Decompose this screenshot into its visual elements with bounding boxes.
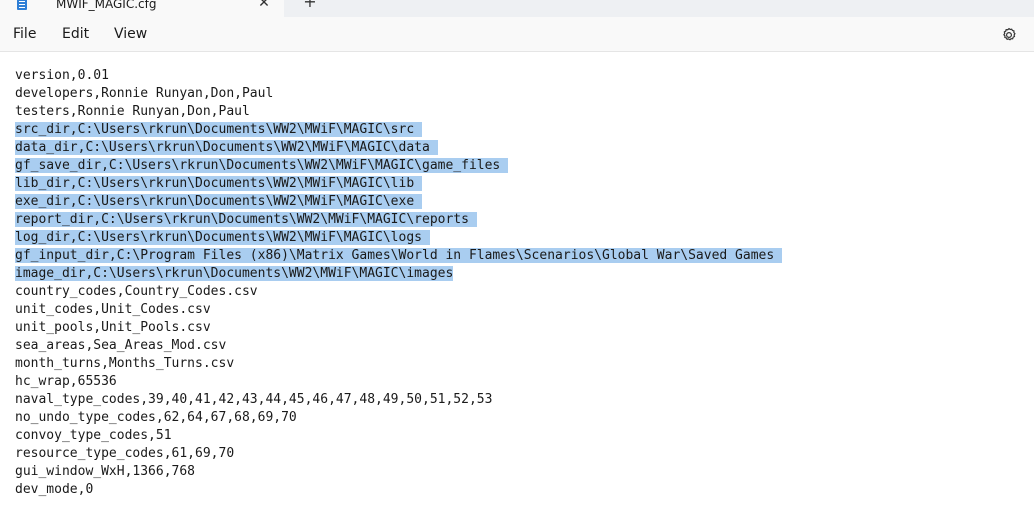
text-line: resource_type_codes,61,69,70: [15, 445, 782, 463]
line-text: log_dir,C:\Users\rkrun\Documents\WW2\MWi…: [15, 230, 430, 245]
editor-text: version,0.01 developers,Ronnie Runyan,Don…: [15, 67, 783, 499]
text-line: data_dir,C:\Users\rkrun\Documents\WW2\MW…: [15, 139, 782, 157]
line-text: country_codes,Country_Codes.csv: [15, 284, 258, 299]
text-line: src_dir,C:\Users\rkrun\Documents\WW2\MWi…: [15, 121, 782, 139]
text-line: testers,Ronnie Runyan,Don,Paul: [15, 103, 782, 121]
text-line: convoy_type_codes,51: [15, 427, 782, 445]
text-line: gui_window_WxH,1366,768: [15, 463, 782, 481]
text-line: dev_mode,0: [15, 481, 782, 499]
line-text: resource_type_codes,61,69,70: [15, 446, 235, 461]
text-line: exe_dir,C:\Users\rkrun\Documents\WW2\MWi…: [15, 193, 782, 211]
gear-icon[interactable]: [1000, 26, 1018, 44]
notepad-document-icon: [17, 0, 27, 10]
line-text: version,0.01: [15, 68, 109, 83]
line-text: no_undo_type_codes,62,64,67,68,69,70: [15, 410, 297, 425]
text-editor[interactable]: version,0.01 developers,Ronnie Runyan,Don…: [0, 52, 1034, 518]
text-line: unit_codes,Unit_Codes.csv: [15, 301, 782, 319]
menu-bar: File Edit View: [0, 17, 1034, 52]
text-line: unit_pools,Unit_Pools.csv: [15, 319, 782, 337]
menu-view[interactable]: View: [114, 25, 147, 43]
line-text: hc_wrap,65536: [15, 374, 117, 389]
line-text: dev_mode,0: [15, 482, 94, 497]
line-text: gui_window_WxH,1366,768: [15, 464, 196, 479]
text-line: naval_type_codes,39,40,41,42,43,44,45,46…: [15, 391, 782, 409]
line-text: unit_codes,Unit_Codes.csv: [15, 302, 211, 317]
line-text: gf_input_dir,C:\Program Files (x86)\Matr…: [15, 248, 783, 263]
line-text: testers,Ronnie Runyan,Don,Paul: [15, 104, 250, 119]
text-line: gf_save_dir,C:\Users\rkrun\Documents\WW2…: [15, 157, 782, 175]
line-text: lib_dir,C:\Users\rkrun\Documents\WW2\MWi…: [15, 176, 422, 191]
line-text: report_dir,C:\Users\rkrun\Documents\WW2\…: [15, 212, 477, 227]
line-text: src_dir,C:\Users\rkrun\Documents\WW2\MWi…: [15, 122, 422, 137]
text-line: hc_wrap,65536: [15, 373, 782, 391]
tab-strip: MWIF_MAGIC.cfg ✕ +: [0, 0, 1034, 17]
line-text: exe_dir,C:\Users\rkrun\Documents\WW2\MWi…: [15, 194, 422, 209]
line-text: unit_pools,Unit_Pools.csv: [15, 320, 211, 335]
line-text: developers,Ronnie Runyan,Don,Paul: [15, 86, 274, 101]
text-line: gf_input_dir,C:\Program Files (x86)\Matr…: [15, 247, 783, 265]
line-text: gf_save_dir,C:\Users\rkrun\Documents\WW2…: [15, 158, 509, 173]
new-tab-icon[interactable]: +: [300, 0, 320, 14]
menu-edit[interactable]: Edit: [62, 25, 89, 43]
line-text: month_turns,Months_Turns.csv: [15, 356, 235, 371]
line-text: sea_areas,Sea_Areas_Mod.csv: [15, 338, 227, 353]
text-line: month_turns,Months_Turns.csv: [15, 355, 782, 373]
close-tab-icon[interactable]: ✕: [256, 0, 272, 12]
text-line: developers,Ronnie Runyan,Don,Paul: [15, 85, 782, 103]
line-text: image_dir,C:\Users\rkrun\Documents\WW2\M…: [15, 266, 454, 281]
line-text: naval_type_codes,39,40,41,42,43,44,45,46…: [15, 392, 493, 407]
text-line: image_dir,C:\Users\rkrun\Documents\WW2\M…: [15, 265, 782, 283]
line-text: convoy_type_codes,51: [15, 428, 172, 443]
text-line: lib_dir,C:\Users\rkrun\Documents\WW2\MWi…: [15, 175, 782, 193]
text-line: sea_areas,Sea_Areas_Mod.csv: [15, 337, 782, 355]
tab-title: MWIF_MAGIC.cfg: [56, 0, 157, 11]
line-text: data_dir,C:\Users\rkrun\Documents\WW2\MW…: [15, 140, 438, 155]
text-line: no_undo_type_codes,62,64,67,68,69,70: [15, 409, 782, 427]
text-line: log_dir,C:\Users\rkrun\Documents\WW2\MWi…: [15, 229, 782, 247]
document-tab[interactable]: MWIF_MAGIC.cfg ✕: [0, 0, 284, 17]
menu-file[interactable]: File: [13, 25, 36, 43]
text-line: country_codes,Country_Codes.csv: [15, 283, 782, 301]
text-line: version,0.01: [15, 67, 782, 85]
text-line: report_dir,C:\Users\rkrun\Documents\WW2\…: [15, 211, 782, 229]
